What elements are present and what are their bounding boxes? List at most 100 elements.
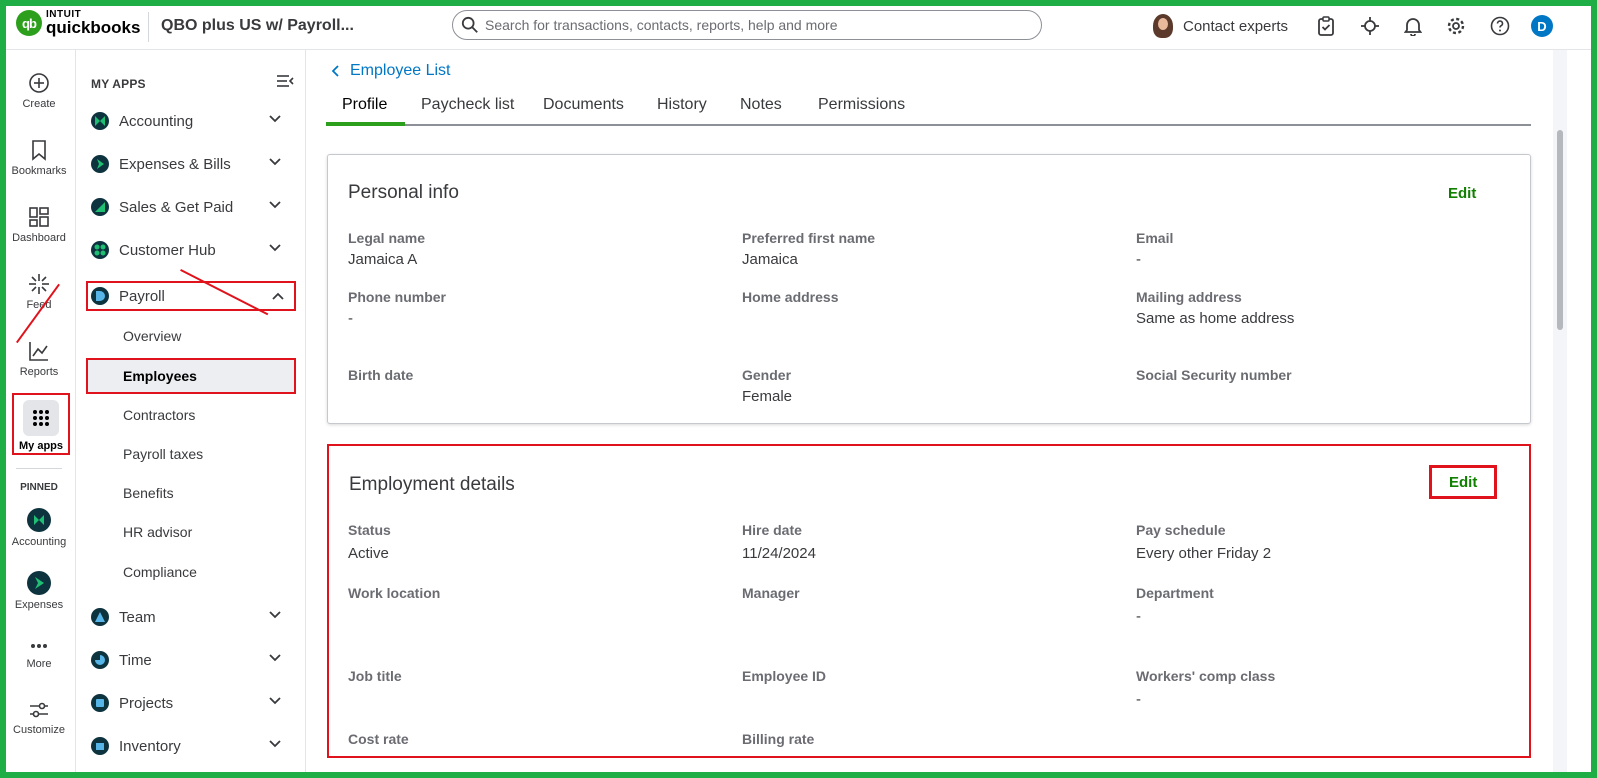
field-label: Pay schedule bbox=[1136, 522, 1226, 538]
app-projects[interactable]: Projects bbox=[91, 688, 291, 718]
field-value: 11/24/2024 bbox=[742, 545, 816, 562]
scrollbar-thumb[interactable] bbox=[1557, 130, 1563, 330]
feed-sparkle-icon bbox=[29, 274, 49, 294]
rail-reports[interactable]: Reports bbox=[6, 340, 72, 378]
expenses-app-icon bbox=[91, 155, 109, 173]
field-label: Home address bbox=[742, 289, 839, 305]
payroll-employees[interactable]: Employees bbox=[86, 358, 296, 394]
field-value: Female bbox=[742, 388, 793, 405]
inventory-app-icon bbox=[91, 737, 109, 755]
payroll-overview[interactable]: Overview bbox=[123, 328, 181, 344]
apps-plug-icon[interactable] bbox=[1360, 16, 1380, 36]
sales-app-icon bbox=[91, 198, 109, 216]
back-to-employee-list[interactable]: Employee List bbox=[332, 62, 451, 80]
user-avatar[interactable]: D bbox=[1531, 15, 1553, 37]
app-sales-get-paid[interactable]: Sales & Get Paid bbox=[91, 192, 291, 222]
rail-bookmarks[interactable]: Bookmarks bbox=[6, 139, 72, 177]
panel-title: MY APPS bbox=[91, 77, 146, 91]
company-name[interactable]: QBO plus US w/ Payroll... bbox=[161, 17, 354, 35]
chevron-left-icon bbox=[332, 65, 339, 77]
app-team[interactable]: Team bbox=[91, 602, 291, 632]
employment-details-title: Employment details bbox=[349, 474, 515, 495]
expert-avatar-icon bbox=[1153, 14, 1173, 38]
field-label: Mailing address bbox=[1136, 289, 1242, 305]
chevron-down-icon bbox=[269, 740, 281, 748]
app-payroll[interactable]: Payroll bbox=[86, 281, 296, 311]
main-content: Employee List Profile Paycheck list Docu… bbox=[307, 50, 1551, 772]
rail-pinned-expenses[interactable]: Expenses bbox=[6, 571, 72, 611]
pinned-heading: PINNED bbox=[20, 482, 58, 493]
field-label: Work location bbox=[348, 585, 441, 601]
search-icon bbox=[461, 16, 478, 33]
settings-gear-icon[interactable] bbox=[1446, 16, 1466, 36]
collapse-panel-icon[interactable] bbox=[276, 74, 294, 88]
field-label: Gender bbox=[742, 367, 792, 383]
contact-experts-button[interactable]: Contact experts bbox=[1153, 14, 1288, 38]
screenshot-frame: qb INTUIT quickbooks QBO plus US w/ Payr… bbox=[0, 0, 1597, 778]
field-label: Billing rate bbox=[742, 731, 815, 747]
field-value: Every other Friday 2 bbox=[1136, 545, 1272, 562]
tab-history[interactable]: History bbox=[657, 96, 707, 114]
app-customer-hub[interactable]: Customer Hub bbox=[91, 235, 291, 265]
chevron-down-icon bbox=[269, 611, 281, 619]
payroll-contractors[interactable]: Contractors bbox=[123, 407, 195, 423]
header-divider bbox=[148, 12, 149, 42]
personal-info-edit-button[interactable]: Edit bbox=[1448, 185, 1476, 202]
field-value: - bbox=[348, 310, 353, 327]
chevron-down-icon bbox=[269, 115, 281, 123]
payroll-hr-advisor[interactable]: HR advisor bbox=[123, 524, 192, 540]
tab-paycheck-list[interactable]: Paycheck list bbox=[421, 96, 514, 114]
app-accounting[interactable]: Accounting bbox=[91, 106, 291, 136]
field-label: Email bbox=[1136, 230, 1174, 246]
rail-create[interactable]: Create bbox=[6, 72, 72, 110]
payroll-benefits[interactable]: Benefits bbox=[123, 485, 174, 501]
field-label: Phone number bbox=[348, 289, 447, 305]
tab-profile[interactable]: Profile bbox=[342, 96, 387, 114]
app-time[interactable]: Time bbox=[91, 645, 291, 675]
payroll-taxes[interactable]: Payroll taxes bbox=[123, 446, 203, 462]
rail-more[interactable]: More bbox=[6, 638, 72, 670]
rail-customize[interactable]: Customize bbox=[6, 700, 72, 736]
payroll-compliance[interactable]: Compliance bbox=[123, 564, 197, 580]
field-label: Job title bbox=[348, 668, 402, 684]
search-input[interactable] bbox=[485, 17, 1025, 33]
field-label: Legal name bbox=[348, 230, 426, 246]
chevron-down-icon bbox=[269, 201, 281, 209]
rail-divider bbox=[16, 468, 62, 469]
rail-my-apps[interactable]: My apps bbox=[12, 393, 70, 455]
more-dots-icon bbox=[31, 644, 47, 648]
field-value: Jamaica bbox=[742, 251, 798, 268]
app-inventory[interactable]: Inventory bbox=[91, 731, 291, 761]
team-app-icon bbox=[91, 608, 109, 626]
quickbooks-logo[interactable]: qb INTUIT quickbooks bbox=[16, 10, 140, 36]
tab-documents[interactable]: Documents bbox=[543, 96, 624, 114]
field-value: Same as home address bbox=[1136, 310, 1295, 327]
rail-feed[interactable]: Feed bbox=[6, 273, 72, 311]
global-search[interactable] bbox=[452, 10, 1042, 40]
tab-permissions[interactable]: Permissions bbox=[818, 96, 905, 114]
field-label: Hire date bbox=[742, 522, 802, 538]
tab-notes[interactable]: Notes bbox=[740, 96, 782, 114]
field-label: Preferred first name bbox=[742, 230, 876, 246]
field-label: Birth date bbox=[348, 367, 414, 383]
customer-hub-app-icon bbox=[91, 241, 109, 259]
app-expenses-bills[interactable]: Expenses & Bills bbox=[91, 149, 291, 179]
field-value: - bbox=[1136, 251, 1141, 268]
notifications-bell-icon[interactable] bbox=[1403, 16, 1423, 36]
rail-dashboard[interactable]: Dashboard bbox=[6, 206, 72, 244]
field-label: Department bbox=[1136, 585, 1214, 601]
qb-logo-icon: qb bbox=[16, 10, 42, 36]
field-value: - bbox=[1136, 691, 1141, 708]
main-scrollbar[interactable] bbox=[1553, 50, 1567, 772]
time-app-icon bbox=[91, 651, 109, 669]
customize-sliders-icon bbox=[30, 702, 48, 718]
tasks-clipboard-icon[interactable] bbox=[1316, 16, 1336, 36]
help-icon[interactable] bbox=[1490, 16, 1510, 36]
expenses-app-icon bbox=[27, 571, 51, 595]
top-bar: qb INTUIT quickbooks QBO plus US w/ Payr… bbox=[6, 6, 1591, 50]
personal-info-card: Personal info Edit Legal name Jamaica A … bbox=[327, 154, 1531, 424]
rail-pinned-accounting[interactable]: Accounting bbox=[6, 508, 72, 548]
reports-chart-icon bbox=[29, 342, 48, 361]
employment-details-edit-button[interactable]: Edit bbox=[1429, 465, 1497, 499]
dashboard-icon bbox=[29, 207, 49, 227]
